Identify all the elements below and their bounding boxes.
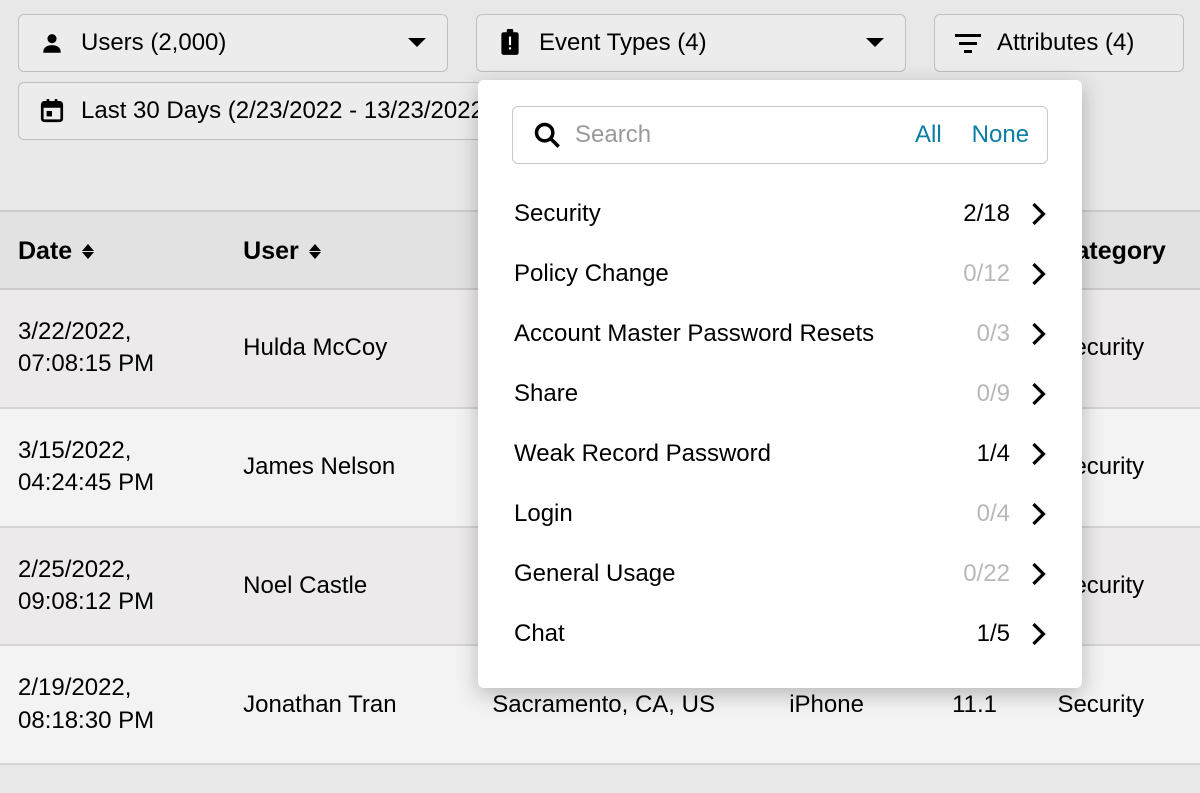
event-type-option[interactable]: Share0/9 [478,364,1082,424]
event-type-name: Chat [514,620,940,648]
filter-icon [955,32,981,54]
event-type-count: 2/18 [940,200,1010,228]
sort-icon [309,244,321,259]
cell-user: Noel Castle [243,572,492,600]
col-header-date-label: Date [18,237,72,266]
chevron-down-icon [865,37,885,49]
chevron-right-icon [1032,503,1046,525]
event-type-name: Weak Record Password [514,440,940,468]
chevron-right-icon [1032,563,1046,585]
event-type-option[interactable]: Security2/18 [478,184,1082,244]
cell-user: James Nelson [243,453,492,481]
event-types-dropdown: All None Security2/18Policy Change0/12Ac… [478,80,1082,688]
attributes-filter-label: Attributes (4) [997,29,1163,57]
chevron-right-icon [1032,263,1046,285]
cell-date: 2/25/2022,09:08:12 PM [18,554,243,619]
chevron-right-icon [1032,203,1046,225]
date-range-filter[interactable]: Last 30 Days (2/23/2022 - 13/23/2022) [18,82,513,140]
event-type-option[interactable]: Chat1/5 [478,604,1082,664]
event-type-search-input[interactable] [575,121,885,149]
event-type-name: Share [514,380,940,408]
cell-device: iPhone [789,691,952,719]
event-type-option[interactable]: Account Master Password Resets0/3 [478,304,1082,364]
date-range-label: Last 30 Days (2/23/2022 - 13/23/2022) [81,97,492,125]
col-header-user[interactable]: User [243,237,492,266]
users-filter-label: Users (2,000) [81,29,391,57]
event-type-count: 1/4 [940,440,1010,468]
event-type-option[interactable]: Weak Record Password1/4 [478,424,1082,484]
event-type-count: 0/3 [940,320,1010,348]
chevron-right-icon [1032,323,1046,345]
cell-date: 3/15/2022,04:24:45 PM [18,435,243,500]
chevron-right-icon [1032,443,1046,465]
event-types-filter[interactable]: Event Types (4) [476,14,906,72]
event-type-count: 0/4 [940,500,1010,528]
clipboard-alert-icon [497,29,523,57]
event-type-name: General Usage [514,560,940,588]
event-type-option[interactable]: Policy Change0/12 [478,244,1082,304]
event-type-name: Login [514,500,940,528]
chevron-right-icon [1032,383,1046,405]
event-type-option[interactable]: General Usage0/22 [478,544,1082,604]
event-type-option[interactable]: Login0/4 [478,484,1082,544]
cell-date: 2/19/2022,08:18:30 PM [18,672,243,737]
event-type-count: 0/9 [940,380,1010,408]
cell-user: Jonathan Tran [243,691,492,719]
select-none-link[interactable]: None [972,121,1029,149]
event-types-filter-label: Event Types (4) [539,29,849,57]
cell-date: 3/22/2022,07:08:15 PM [18,316,243,381]
event-type-count: 0/12 [940,260,1010,288]
event-type-name: Security [514,200,940,228]
chevron-right-icon [1032,623,1046,645]
sort-icon [82,244,94,259]
attributes-filter[interactable]: Attributes (4) [934,14,1184,72]
event-type-count: 1/5 [940,620,1010,648]
search-icon [533,121,561,149]
person-icon [39,30,65,56]
cell-location: Sacramento, CA, US [492,691,789,719]
col-header-date[interactable]: Date [18,237,243,266]
chevron-down-icon [407,37,427,49]
cell-version: 11.1 [952,691,1057,719]
users-filter[interactable]: Users (2,000) [18,14,448,72]
calendar-icon [39,98,65,124]
select-all-link[interactable]: All [915,121,942,149]
event-type-name: Account Master Password Resets [514,320,940,348]
event-type-name: Policy Change [514,260,940,288]
cell-category: Security [1057,691,1182,719]
cell-user: Hulda McCoy [243,334,492,362]
event-type-search[interactable]: All None [512,106,1048,164]
col-header-user-label: User [243,237,299,266]
event-type-count: 0/22 [940,560,1010,588]
